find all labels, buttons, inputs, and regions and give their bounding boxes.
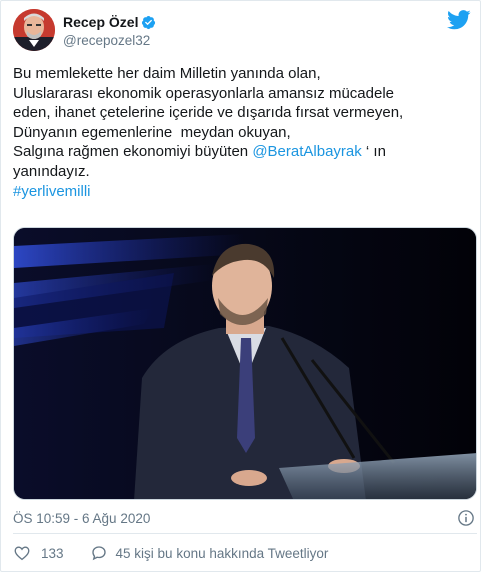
- tweet-line-1: Bu memlekette her daim Milletin yanında …: [13, 65, 321, 82]
- tweet-line-5: Salgına rağmen ekonomiyi büyüten @BeratA…: [13, 142, 471, 162]
- heart-icon: [14, 546, 30, 561]
- twitter-bird-icon[interactable]: [447, 9, 471, 31]
- tweet-line-7: #yerlivemilli: [13, 182, 471, 202]
- mention-suffix: ‘ ın: [361, 143, 386, 161]
- info-icon[interactable]: [457, 509, 475, 527]
- tweet-meta: ÖS 10:59 - 6 Ağu 2020: [13, 509, 477, 529]
- divider: [13, 533, 477, 534]
- avatar[interactable]: [13, 9, 55, 51]
- mention-link[interactable]: @BeratAlbayrak: [252, 143, 361, 160]
- tweet-line-6: yanındayız.: [13, 162, 90, 180]
- tweet-line-2: Uluslararası ekonomik operasyonlarla ama…: [13, 84, 395, 102]
- verified-badge-icon: [142, 15, 156, 29]
- tweet-card: Recep Özel @recepozel32 Bu memlekette he…: [0, 0, 481, 572]
- tweet-header: Recep Özel @recepozel32: [13, 9, 471, 55]
- speech-bubble-icon: [91, 546, 106, 561]
- avatar-image: [13, 9, 55, 51]
- tweet-photo[interactable]: [13, 227, 477, 500]
- author-names: Recep Özel @recepozel32: [63, 13, 156, 48]
- display-name[interactable]: Recep Özel: [63, 14, 138, 30]
- photo-image: [14, 228, 476, 499]
- tweet-line-4: Dünyanın egemenlerine meydan okuyan,: [13, 123, 291, 141]
- tweet-text: Bu memlekette her daim Milletin yanında …: [13, 64, 471, 201]
- tweet-line-3: eden, ihanet çetelerine içeride ve dışar…: [13, 104, 404, 122]
- hashtag-link[interactable]: #yerlivemilli: [13, 183, 91, 200]
- tweet-actions: 133 45 kişi bu konu hakkında Tweetliyor: [13, 542, 328, 564]
- timestamp-link[interactable]: ÖS 10:59 - 6 Ağu 2020: [13, 511, 150, 526]
- conversation-button[interactable]: 45 kişi bu konu hakkında Tweetliyor: [90, 544, 329, 562]
- like-count: 133: [41, 545, 64, 561]
- like-button[interactable]: 133: [13, 544, 64, 562]
- tweet-line-5-text: Salgına rağmen ekonomiyi büyüten: [13, 143, 253, 161]
- author-handle[interactable]: @recepozel32: [63, 33, 156, 48]
- conversation-text: 45 kişi bu konu hakkında Tweetliyor: [115, 545, 329, 561]
- display-name-row: Recep Özel: [63, 13, 156, 31]
